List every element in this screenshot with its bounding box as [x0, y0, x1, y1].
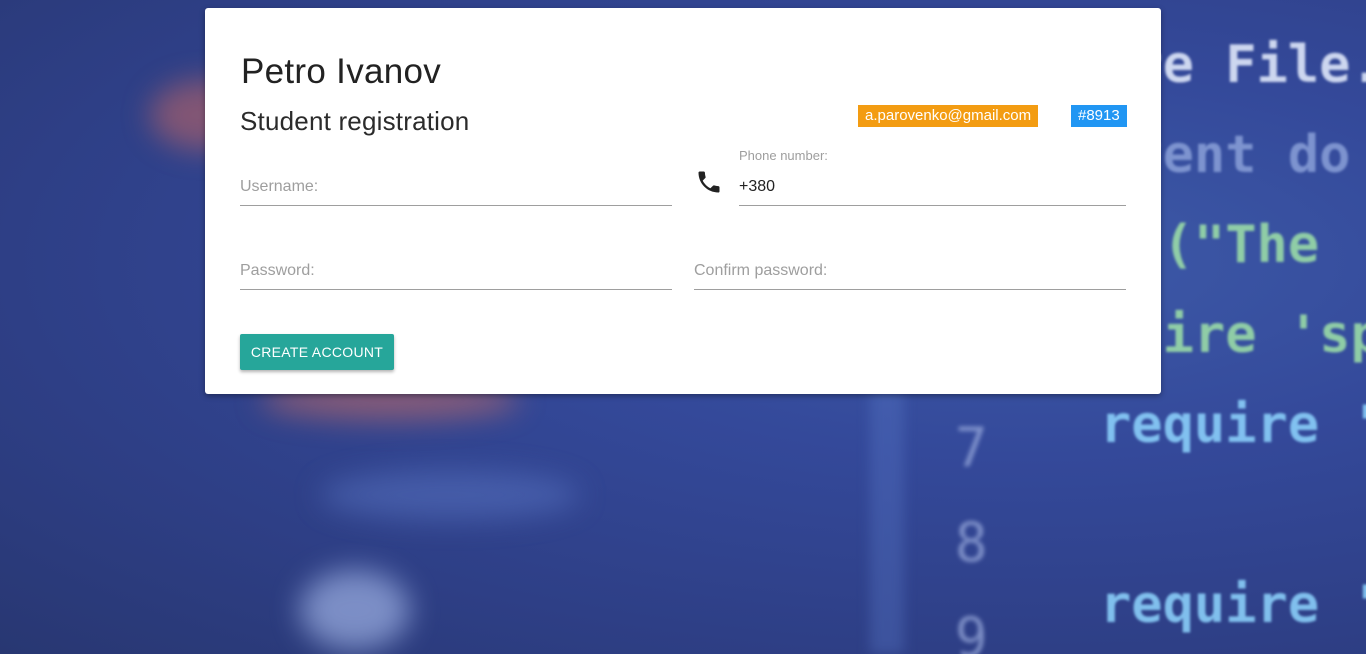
username-field	[240, 166, 672, 206]
password-input[interactable]	[240, 250, 672, 289]
id-badge: #8913	[1071, 105, 1127, 127]
phone-label: Phone number:	[739, 148, 828, 163]
student-name: Petro Ivanov	[241, 52, 442, 91]
phone-input[interactable]	[739, 166, 1126, 205]
page-subtitle: Student registration	[240, 106, 470, 136]
username-input[interactable]	[240, 166, 672, 205]
create-account-button[interactable]: CREATE ACCOUNT	[240, 334, 394, 370]
phone-icon	[698, 171, 720, 193]
phone-field	[739, 166, 1126, 206]
email-badge: a.parovenko@gmail.com	[858, 105, 1039, 127]
registration-card: Petro Ivanov Student registration a.paro…	[205, 8, 1161, 394]
confirm-password-input[interactable]	[694, 250, 1126, 289]
password-field	[240, 250, 672, 290]
confirm-password-field	[694, 250, 1126, 290]
